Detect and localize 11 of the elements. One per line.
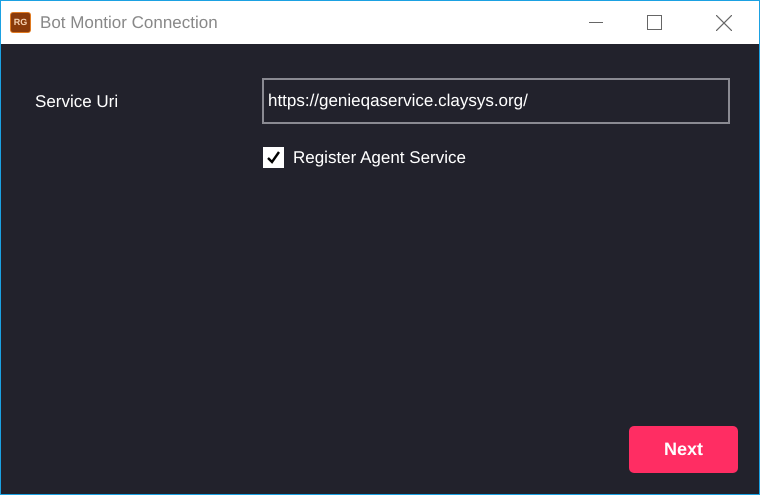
service-uri-field[interactable]: https://genieqaservice.claysys.org/: [262, 78, 730, 124]
next-button[interactable]: Next: [629, 426, 738, 473]
check-icon: [266, 150, 281, 166]
register-label: Register Agent Service: [293, 147, 466, 169]
app-logo: RG: [10, 12, 31, 33]
register-checkbox[interactable]: [263, 147, 284, 168]
window-title: Bot Montior Connection: [40, 12, 218, 34]
close-icon: [716, 14, 732, 30]
minimize-icon: [589, 22, 603, 24]
maximize-icon: [646, 15, 662, 30]
service-uri-label: Service Uri: [35, 91, 120, 113]
